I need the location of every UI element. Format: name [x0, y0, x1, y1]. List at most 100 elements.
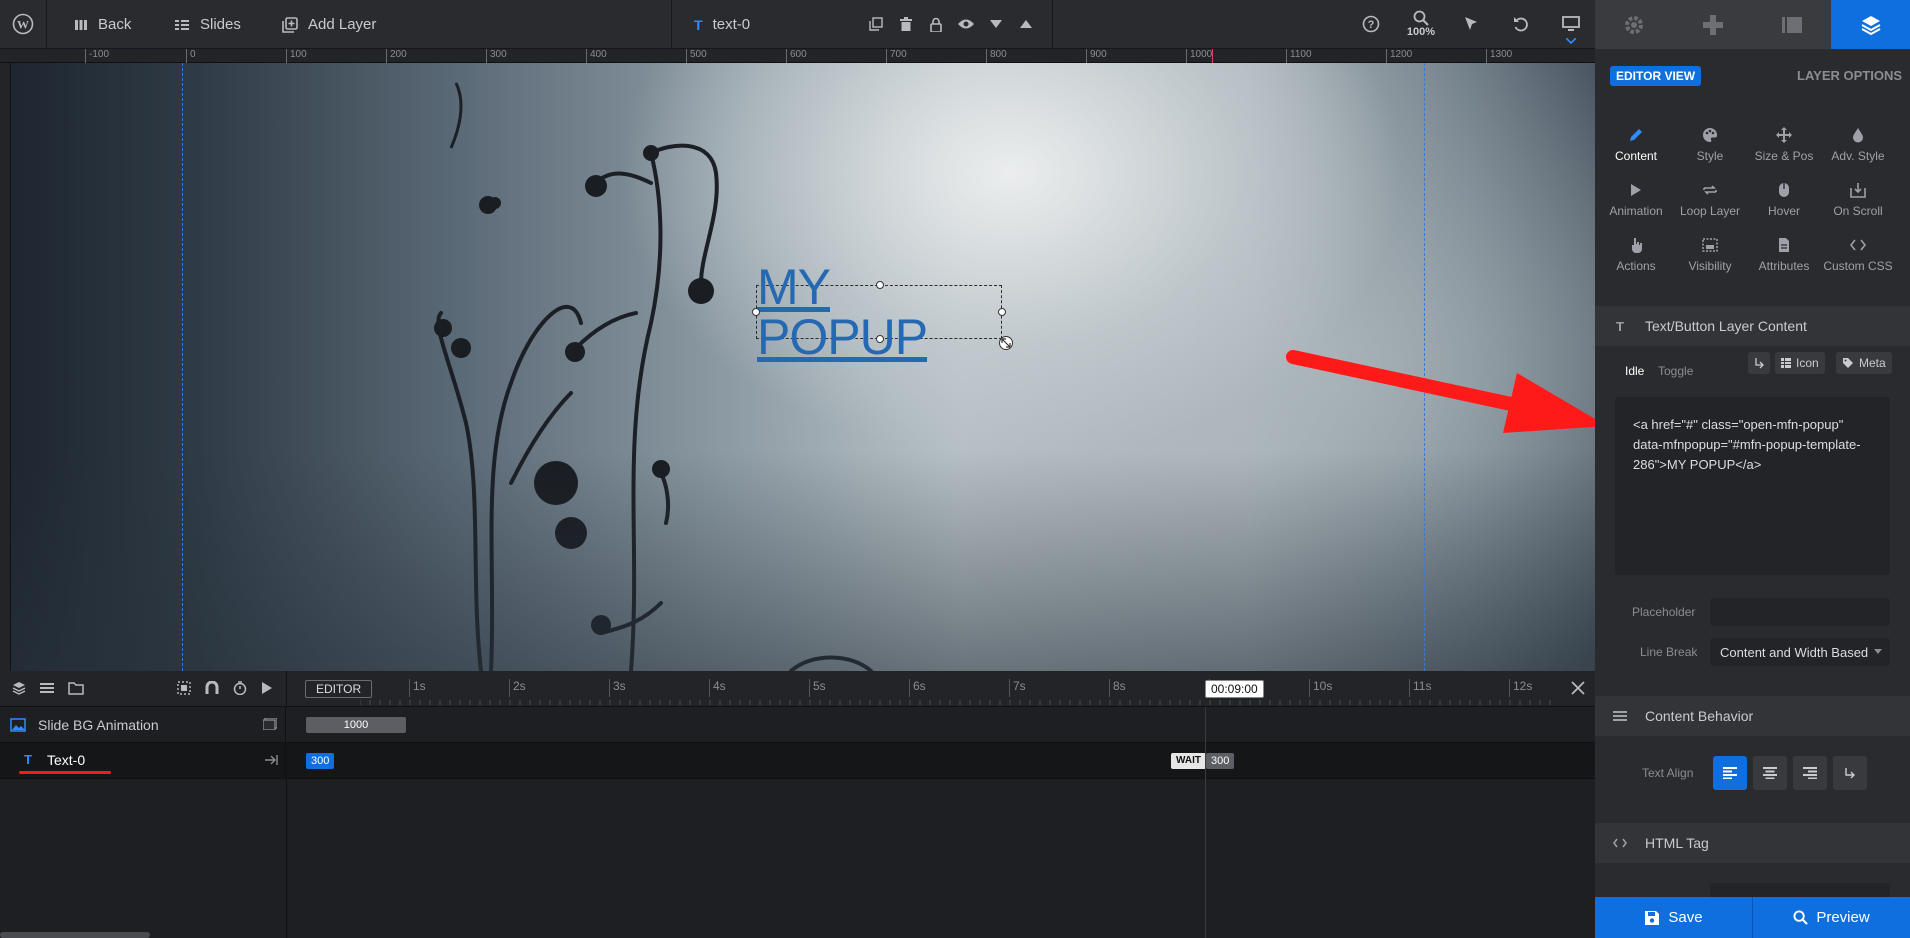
- section-text-button-content[interactable]: T Text/Button Layer Content: [1595, 306, 1910, 346]
- red-annotation-arrow-icon: [1286, 350, 1607, 433]
- selection-icon[interactable]: [177, 681, 191, 695]
- add-layer-label: Add Layer: [308, 16, 377, 33]
- line-break-button[interactable]: [1748, 352, 1770, 374]
- text-layer-icon: T: [24, 752, 32, 767]
- align-inherit-button[interactable]: [1833, 756, 1867, 790]
- toggle-tab[interactable]: Toggle: [1658, 364, 1693, 378]
- meta-button[interactable]: Meta: [1836, 352, 1892, 374]
- tab-size-pos[interactable]: Size & Pos: [1746, 126, 1822, 163]
- back-button[interactable]: Back: [74, 0, 131, 49]
- gallery-icon: [1781, 16, 1803, 34]
- align-right-button[interactable]: [1793, 756, 1827, 790]
- html-tag-select[interactable]: [1710, 883, 1890, 897]
- timeline-scrollbar[interactable]: [0, 932, 150, 938]
- stopwatch-icon[interactable]: [233, 681, 247, 695]
- magnet-icon[interactable]: [205, 681, 219, 695]
- tab-style[interactable]: Style: [1672, 126, 1748, 163]
- add-layer-button[interactable]: Add Layer: [282, 0, 376, 49]
- resize-handle-bottom[interactable]: [876, 335, 884, 343]
- tab-label: Content: [1614, 149, 1658, 163]
- resize-handle-right[interactable]: [998, 308, 1006, 316]
- media-tab[interactable]: [1753, 0, 1832, 49]
- placeholder-input[interactable]: [1710, 598, 1890, 626]
- gallery-icon[interactable]: [263, 718, 277, 730]
- tab-loop-layer[interactable]: Loop Layer: [1672, 181, 1748, 218]
- layer-options-label[interactable]: LAYER OPTIONS: [1797, 68, 1902, 83]
- search-icon: [1793, 910, 1809, 925]
- tab-hover[interactable]: Hover: [1746, 181, 1822, 218]
- save-button[interactable]: Save: [1595, 897, 1752, 938]
- slides-button[interactable]: Slides: [174, 0, 241, 49]
- text-align-label: Text Align: [1642, 766, 1694, 780]
- scale-handle-icon[interactable]: [999, 336, 1013, 350]
- help-icon[interactable]: ?: [1359, 12, 1383, 36]
- close-timeline-icon[interactable]: [1570, 680, 1586, 696]
- tab-label: Animation: [1609, 204, 1663, 218]
- preview-button[interactable]: Preview: [1752, 897, 1910, 938]
- tab-animation[interactable]: Animation: [1598, 181, 1674, 218]
- play-icon: [1627, 181, 1645, 199]
- duplicate-icon[interactable]: [864, 12, 888, 36]
- layers-tab[interactable]: [1831, 0, 1910, 49]
- code-icon: [1849, 236, 1867, 254]
- tab-attributes[interactable]: Attributes: [1746, 236, 1822, 273]
- play-icon[interactable]: [261, 681, 273, 695]
- time-mark: 11s: [1409, 679, 1431, 697]
- undo-icon[interactable]: [1509, 12, 1533, 36]
- tab-label: Size & Pos: [1754, 149, 1814, 163]
- timeline-header: EDITOR 1s 2s 3s 4s 5s 6s 7s 8s 9s 10s 11…: [0, 671, 1595, 707]
- folder-icon[interactable]: [68, 681, 84, 695]
- tab-adv-style[interactable]: Adv. Style: [1820, 126, 1896, 163]
- delete-icon[interactable]: [894, 12, 918, 36]
- line-break-select[interactable]: Content and Width Based: [1710, 638, 1890, 666]
- tab-visibility[interactable]: Visibility: [1672, 236, 1748, 273]
- move-down-icon[interactable]: [984, 12, 1008, 36]
- add-layer-icon: [282, 16, 298, 33]
- cursor-icon[interactable]: [1459, 12, 1483, 36]
- layers-icon[interactable]: [12, 681, 26, 695]
- time-mark: 1s: [409, 679, 426, 697]
- list-icon[interactable]: [40, 681, 54, 695]
- ruler-tick: -100: [85, 49, 109, 63]
- hand-icon: [1627, 236, 1645, 254]
- popup-text-layer[interactable]: MY POPUP: [752, 262, 1013, 362]
- layer-start-badge[interactable]: 300: [306, 753, 335, 769]
- text-icon: T: [1616, 318, 1624, 334]
- slides-label: Slides: [200, 16, 241, 33]
- section-content-behavior[interactable]: Content Behavior: [1595, 696, 1910, 736]
- resize-handle-top[interactable]: [876, 281, 884, 289]
- editor-view-badge[interactable]: EDITOR VIEW: [1610, 66, 1702, 86]
- visibility-icon[interactable]: [954, 12, 978, 36]
- navigation-tab[interactable]: [1674, 0, 1753, 49]
- tab-label: Hover: [1767, 204, 1800, 218]
- zoom-control[interactable]: 100%: [1400, 10, 1442, 38]
- icon-button[interactable]: Icon: [1775, 352, 1825, 374]
- lock-icon[interactable]: [924, 12, 948, 36]
- ruler-tick: 0: [186, 49, 196, 63]
- align-left-button[interactable]: [1713, 756, 1747, 790]
- align-center-button[interactable]: [1753, 756, 1787, 790]
- desktop-icon[interactable]: [1559, 12, 1583, 36]
- ruler-tick: 700: [886, 49, 907, 63]
- move-up-icon[interactable]: [1014, 12, 1038, 36]
- layer-content-textarea[interactable]: <a href="#" class="open-mfn-popup" data-…: [1615, 397, 1890, 575]
- timeline-row-text-0[interactable]: T Text-0 300 WAIT 300: [0, 743, 1595, 779]
- time-mark: 2s: [509, 679, 526, 697]
- tab-actions[interactable]: Actions: [1598, 236, 1674, 273]
- idle-tab[interactable]: Idle: [1625, 364, 1644, 378]
- tab-content[interactable]: Content: [1598, 126, 1674, 163]
- wordpress-icon[interactable]: W: [11, 12, 35, 36]
- ruler-tick: 200: [386, 49, 407, 63]
- settings-tab[interactable]: [1595, 0, 1674, 49]
- resize-handle-left[interactable]: [752, 308, 760, 316]
- bg-animation-duration[interactable]: 1000: [306, 717, 406, 733]
- current-time-indicator[interactable]: 00:09:00: [1205, 680, 1264, 698]
- layer-end-badge[interactable]: 300: [1206, 753, 1235, 769]
- tab-custom-css[interactable]: Custom CSS: [1820, 236, 1896, 273]
- arrow-right-icon[interactable]: [264, 754, 278, 766]
- section-html-tag[interactable]: HTML Tag: [1595, 823, 1910, 863]
- tab-on-scroll[interactable]: On Scroll: [1820, 181, 1896, 218]
- wait-badge[interactable]: WAIT: [1171, 753, 1206, 769]
- timeline-row-slide-bg[interactable]: Slide BG Animation 1000: [0, 707, 1595, 743]
- file-icon: [1775, 236, 1793, 254]
